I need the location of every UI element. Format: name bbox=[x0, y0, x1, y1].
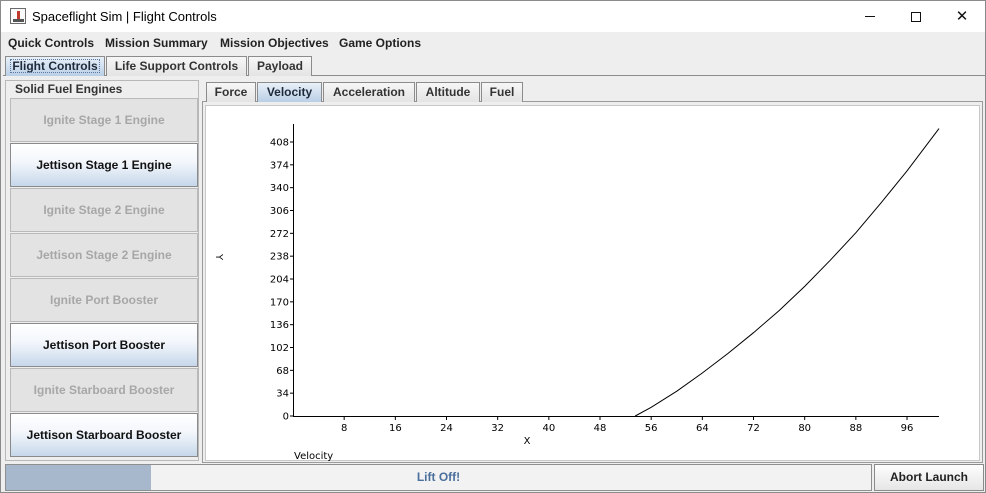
panel-title: Solid Fuel Engines bbox=[13, 82, 125, 96]
abort-launch-button[interactable]: Abort Launch bbox=[874, 464, 984, 491]
ignite-starboard-booster-button[interactable]: Ignite Starboard Booster bbox=[10, 368, 198, 412]
x-tick-label: 40 bbox=[542, 423, 555, 434]
x-tick-label: 64 bbox=[696, 423, 709, 434]
menu-mission-summary[interactable]: Mission Summary bbox=[105, 36, 208, 50]
tab-life-support-label: Life Support Controls bbox=[114, 59, 239, 73]
tab-velocity[interactable]: Velocity bbox=[257, 82, 322, 102]
status-bar: Lift Off! Abort Launch bbox=[3, 463, 985, 492]
solid-fuel-engines-panel: Solid Fuel Engines Ignite Stage 1 Engine… bbox=[5, 80, 199, 461]
x-axis-label: X bbox=[524, 436, 531, 447]
tab-force-label: Force bbox=[214, 85, 248, 99]
ignite-stage-2-button[interactable]: Ignite Stage 2 Engine bbox=[10, 188, 198, 232]
tab-altitude-label: Altitude bbox=[425, 85, 471, 99]
y-tick-label: 102 bbox=[270, 343, 289, 354]
y-tick-label: 136 bbox=[270, 320, 289, 331]
tab-payload[interactable]: Payload bbox=[248, 56, 312, 76]
ignite-port-booster-button[interactable]: Ignite Port Booster bbox=[10, 278, 198, 322]
y-tick-label: 68 bbox=[276, 366, 289, 377]
x-tick-label: 32 bbox=[491, 423, 504, 434]
x-tick-label: 88 bbox=[849, 423, 862, 434]
minimize-button[interactable] bbox=[847, 1, 893, 32]
y-tick-label: 238 bbox=[270, 252, 289, 263]
menu-game-options[interactable]: Game Options bbox=[339, 36, 421, 50]
tab-fuel-label: Fuel bbox=[489, 85, 515, 99]
ignite-stage-1-button[interactable]: Ignite Stage 1 Engine bbox=[10, 98, 198, 142]
x-tick-label: 72 bbox=[747, 423, 760, 434]
tab-acceleration-label: Acceleration bbox=[332, 85, 406, 99]
tab-payload-label: Payload bbox=[256, 59, 304, 73]
x-tick-label: 96 bbox=[901, 423, 914, 434]
progress-text: Lift Off! bbox=[416, 470, 461, 484]
title-bar[interactable]: Spaceflight Sim | Flight Controls ✕ bbox=[1, 1, 985, 32]
maximize-icon bbox=[911, 11, 921, 22]
series-line bbox=[634, 128, 940, 417]
chart-title: Velocity bbox=[294, 451, 333, 462]
x-tick-label: 8 bbox=[341, 423, 347, 434]
tab-fuel[interactable]: Fuel bbox=[481, 82, 523, 102]
app-window: Spaceflight Sim | Flight Controls ✕ Quic… bbox=[0, 0, 986, 493]
x-ticks: 8 16 24 32 40 48 56 64 72 80 88 96 bbox=[341, 416, 913, 434]
maximize-button[interactable] bbox=[893, 1, 939, 32]
y-tick-label: 374 bbox=[270, 160, 289, 171]
minimize-icon bbox=[865, 16, 875, 17]
menu-bar: Quick Controls Mission Summary Mission O… bbox=[1, 32, 985, 54]
jettison-stage-2-button[interactable]: Jettison Stage 2 Engine bbox=[10, 233, 198, 277]
menu-quick-controls[interactable]: Quick Controls bbox=[8, 36, 94, 50]
y-axis-label: Y bbox=[213, 253, 224, 261]
tab-acceleration[interactable]: Acceleration bbox=[323, 82, 415, 102]
y-ticks: 0 34 68 102 136 170 204 238 272 306 340 374 408 bbox=[270, 138, 293, 423]
y-tick-label: 272 bbox=[270, 229, 289, 240]
tab-force[interactable]: Force bbox=[206, 82, 256, 102]
x-tick-label: 16 bbox=[389, 423, 402, 434]
jettison-port-booster-button[interactable]: Jettison Port Booster bbox=[10, 323, 198, 367]
tab-life-support-controls[interactable]: Life Support Controls bbox=[106, 56, 247, 76]
window-title: Spaceflight Sim | Flight Controls bbox=[32, 9, 217, 24]
close-icon: ✕ bbox=[955, 7, 969, 25]
close-button[interactable]: ✕ bbox=[939, 1, 985, 32]
rocket-icon bbox=[10, 8, 26, 24]
tab-flight-controls[interactable]: Flight Controls bbox=[5, 56, 105, 76]
launch-progress-bar: Lift Off! bbox=[5, 464, 872, 491]
y-tick-label: 34 bbox=[276, 389, 289, 400]
jettison-stage-1-button[interactable]: Jettison Stage 1 Engine bbox=[10, 143, 198, 187]
x-tick-label: 80 bbox=[798, 423, 811, 434]
y-tick-label: 340 bbox=[270, 183, 289, 194]
tab-altitude[interactable]: Altitude bbox=[416, 82, 480, 102]
menu-mission-objectives[interactable]: Mission Objectives bbox=[220, 36, 329, 50]
x-tick-label: 48 bbox=[594, 423, 607, 434]
y-tick-label: 306 bbox=[270, 206, 289, 217]
series-layer bbox=[634, 128, 940, 417]
y-tick-label: 170 bbox=[270, 297, 289, 308]
velocity-chart: 0 34 68 102 136 170 204 238 272 306 340 374 408 8 16 2… bbox=[205, 105, 980, 462]
x-tick-label: 24 bbox=[440, 423, 453, 434]
x-tick-label: 56 bbox=[645, 423, 658, 434]
jettison-starboard-booster-button[interactable]: Jettison Starboard Booster bbox=[10, 413, 198, 457]
y-tick-label: 204 bbox=[270, 275, 289, 286]
chart-canvas: 0 34 68 102 136 170 204 238 272 306 340 374 408 8 16 2… bbox=[213, 124, 940, 462]
y-tick-label: 0 bbox=[283, 412, 289, 423]
y-tick-label: 408 bbox=[270, 138, 289, 149]
tab-velocity-label: Velocity bbox=[266, 85, 313, 99]
